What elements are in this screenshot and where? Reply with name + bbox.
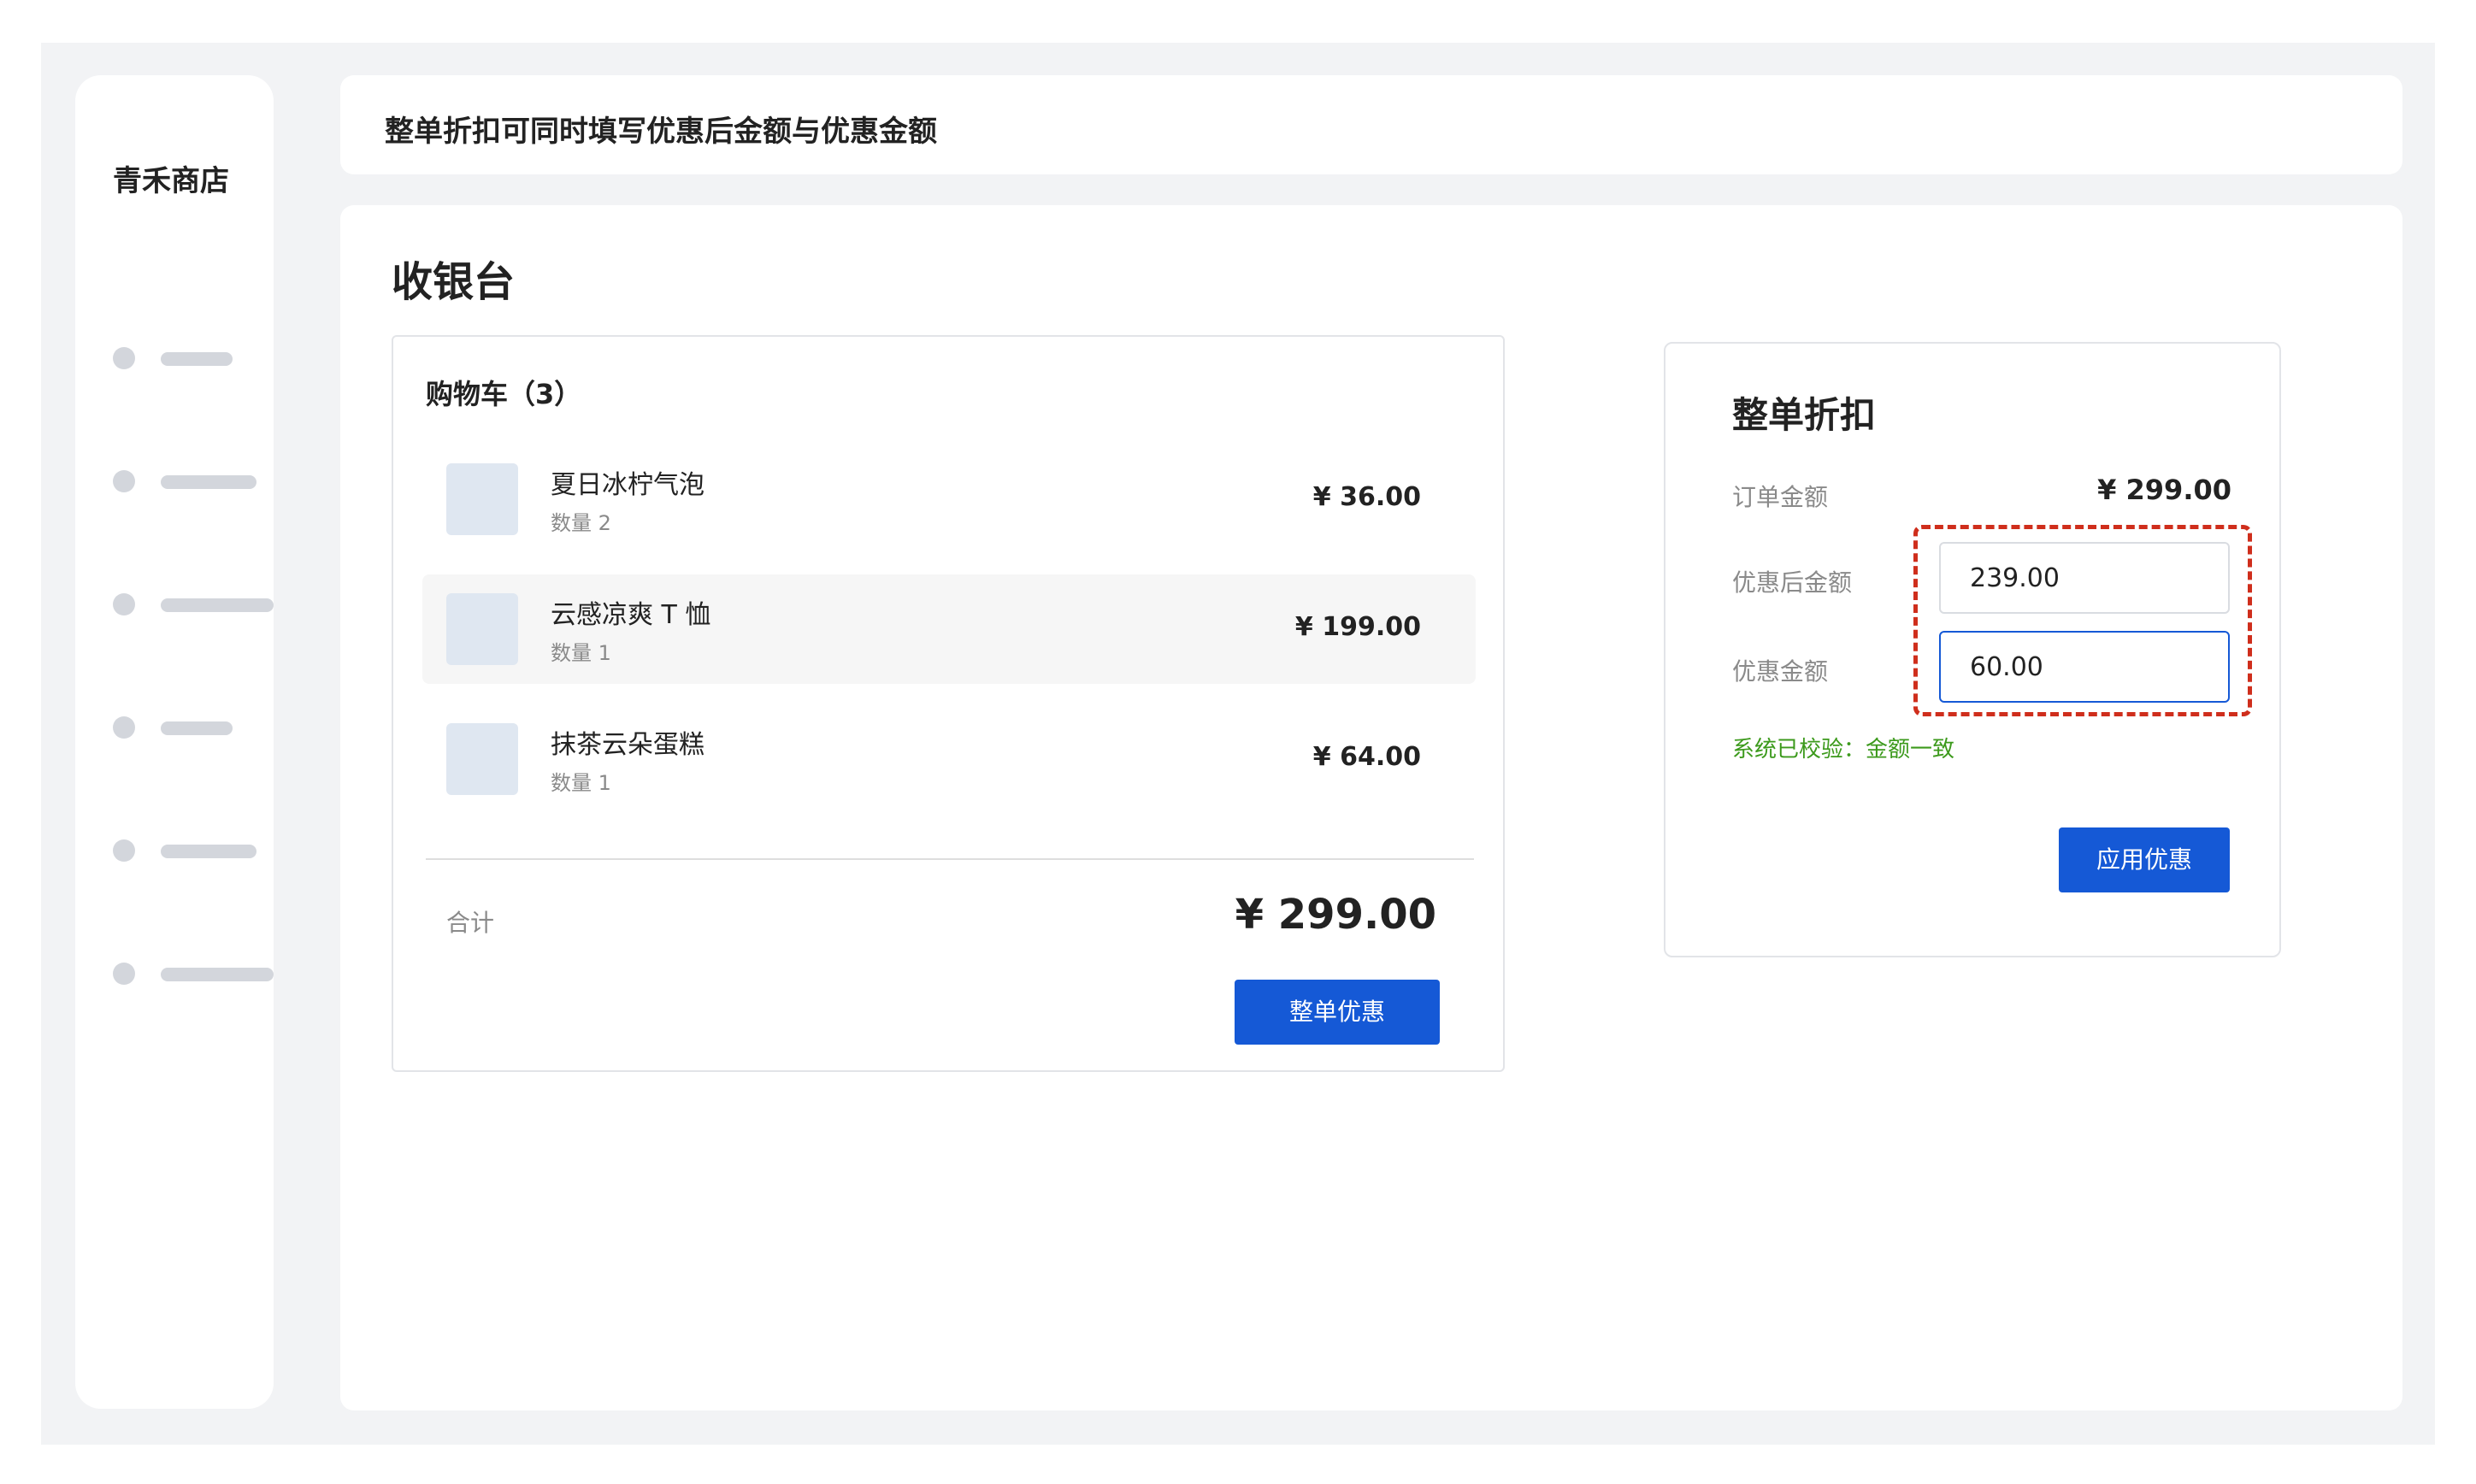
sidebar-item-5[interactable]: [113, 839, 267, 862]
discount-amount-label: 优惠金额: [1732, 657, 1829, 686]
item-price: ¥ 199.00: [1294, 612, 1421, 642]
discount-panel-title: 整单折扣: [1732, 394, 1877, 436]
cart-item[interactable]: 夏日冰柠气泡 数量 2 ¥ 36.00: [422, 445, 1476, 554]
sidebar-item-4[interactable]: [113, 716, 250, 739]
app-frame: 青禾商店 整单折扣可同时填写优惠后金额与优惠金额 收银台 购物车（3） 夏日冰柠…: [41, 43, 2435, 1445]
nav-placeholder-bar: [161, 721, 233, 735]
discount-panel: 整单折扣 订单金额 ¥ 299.00 优惠后金额 优惠金额 系统已校验：金额一致…: [1664, 342, 2281, 957]
sidebar-item-2[interactable]: [113, 470, 267, 492]
sidebar-item-6[interactable]: [113, 963, 274, 985]
nav-dot-icon: [113, 839, 135, 862]
nav-placeholder-bar: [161, 845, 256, 858]
item-quantity: 数量 1: [551, 771, 611, 795]
header-title: 整单折扣可同时填写优惠后金额与优惠金额: [385, 115, 937, 149]
whole-order-discount-button[interactable]: 整单优惠: [1235, 980, 1440, 1045]
nav-dot-icon: [113, 347, 135, 369]
nav-placeholder-bar: [161, 968, 274, 981]
item-price: ¥ 64.00: [1312, 742, 1421, 772]
divider: [426, 858, 1474, 860]
product-thumbnail: [446, 463, 518, 535]
nav-placeholder-bar: [161, 475, 256, 489]
nav-dot-icon: [113, 470, 135, 492]
item-quantity: 数量 2: [551, 511, 611, 535]
order-amount-label: 订单金额: [1732, 483, 1829, 511]
item-name: 抹茶云朵蛋糕: [551, 730, 704, 760]
item-name: 云感凉爽 T 恤: [551, 600, 711, 630]
cart-panel: 购物车（3） 夏日冰柠气泡 数量 2 ¥ 36.00 云感凉爽 T 恤 数量 1…: [392, 335, 1505, 1072]
page-title: 收银台: [392, 258, 516, 306]
sidebar: 青禾商店: [75, 75, 274, 1409]
validation-message: 系统已校验：金额一致: [1732, 737, 1955, 763]
top-bar: 整单折扣可同时填写优惠后金额与优惠金额: [340, 75, 2402, 174]
nav-dot-icon: [113, 593, 135, 615]
total-value: ¥ 299.00: [1235, 891, 1436, 939]
total-label: 合计: [446, 909, 495, 937]
order-amount-value: ¥ 299.00: [2097, 474, 2231, 506]
sidebar-item-3[interactable]: [113, 593, 274, 615]
sidebar-item-1[interactable]: [113, 347, 250, 369]
nav-dot-icon: [113, 716, 135, 739]
brand-name: 青禾商店: [113, 164, 229, 198]
nav-placeholder-bar: [161, 598, 274, 612]
item-name: 夏日冰柠气泡: [551, 470, 704, 500]
main-content: 收银台 购物车（3） 夏日冰柠气泡 数量 2 ¥ 36.00 云感凉爽 T 恤 …: [340, 205, 2402, 1410]
cart-item[interactable]: 云感凉爽 T 恤 数量 1 ¥ 199.00: [422, 574, 1476, 684]
apply-discount-button[interactable]: 应用优惠: [2059, 827, 2230, 892]
item-quantity: 数量 1: [551, 641, 611, 665]
product-thumbnail: [446, 723, 518, 795]
input-highlight-box: [1913, 525, 2252, 716]
item-price: ¥ 36.00: [1312, 482, 1421, 512]
nav-dot-icon: [113, 963, 135, 985]
cart-title: 购物车（3）: [426, 378, 582, 410]
nav-placeholder-bar: [161, 352, 233, 366]
after-discount-label: 优惠后金额: [1732, 568, 1853, 597]
product-thumbnail: [446, 593, 518, 665]
cart-item[interactable]: 抹茶云朵蛋糕 数量 1 ¥ 64.00: [422, 704, 1476, 814]
